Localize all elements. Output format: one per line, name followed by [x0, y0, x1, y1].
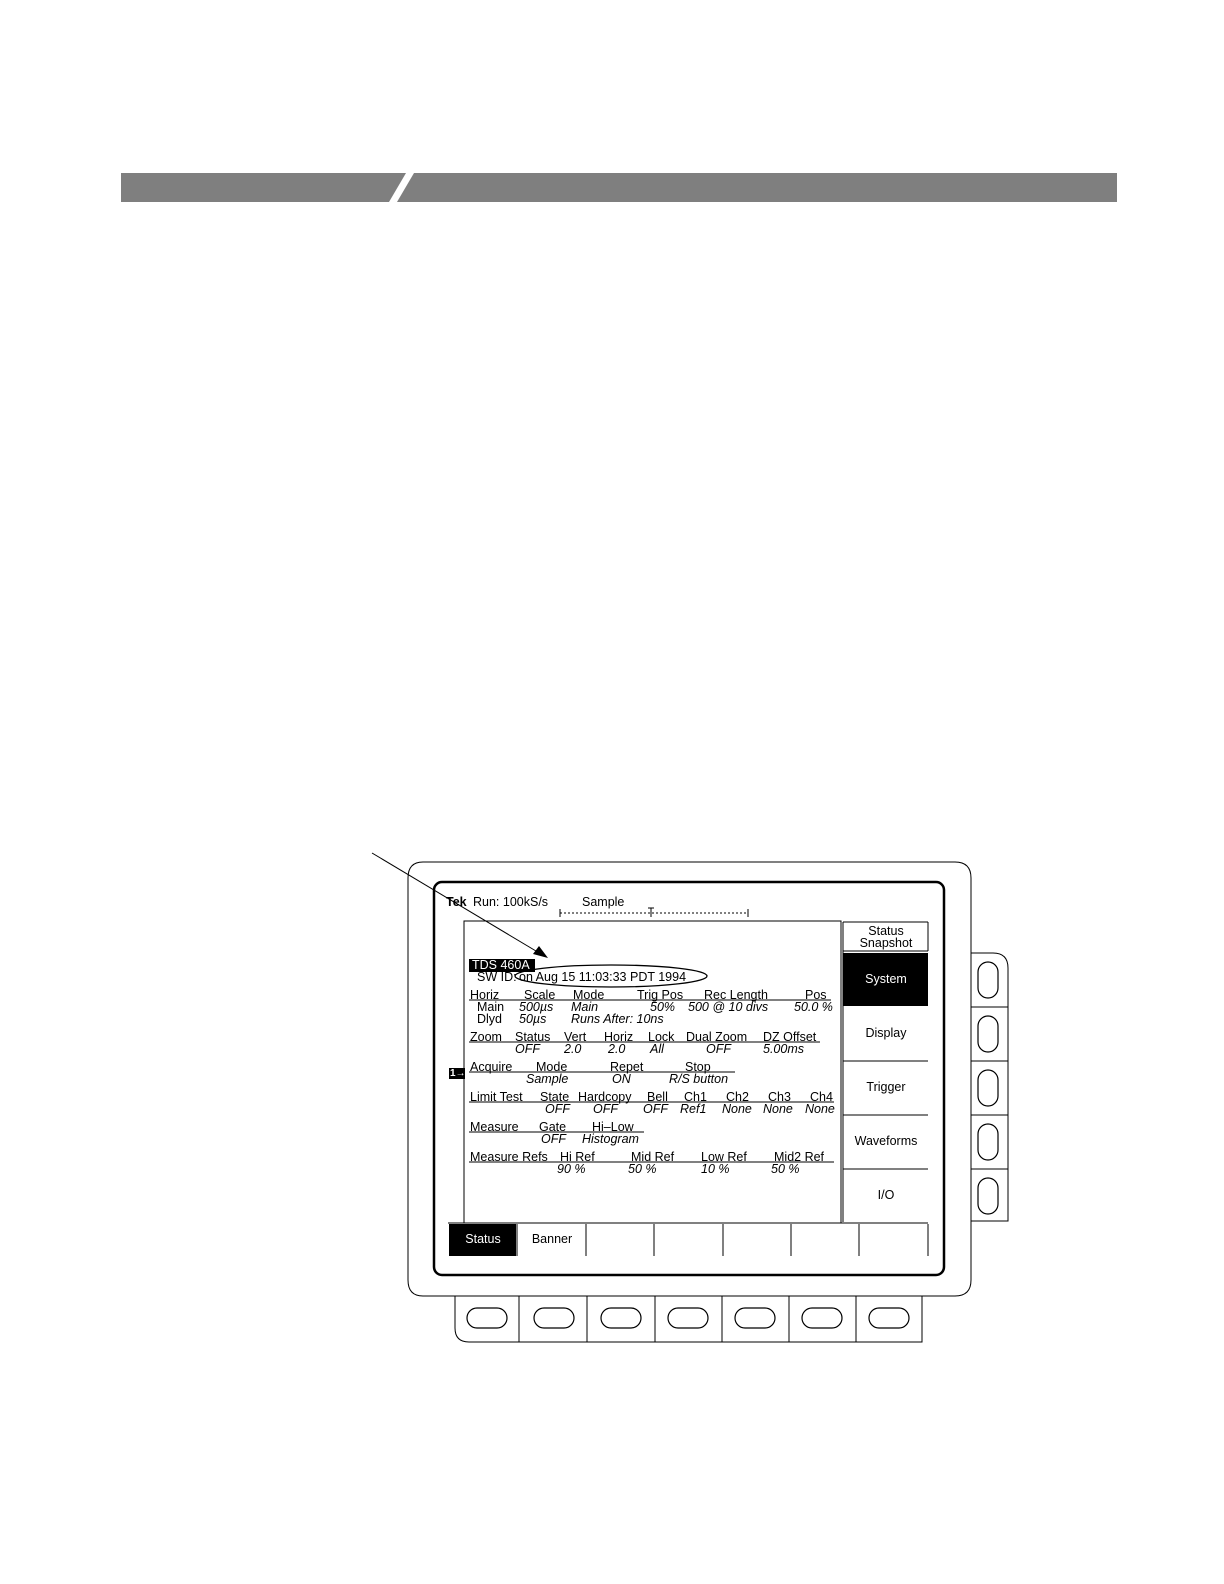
side-bezel-button-3 [977, 1069, 999, 1107]
zoom-dz-offset-value: 5.00ms [763, 1042, 804, 1056]
limit-ch1-value: Ref1 [680, 1102, 707, 1116]
limit-state-value: OFF [545, 1102, 570, 1116]
horiz-main-pos: 50.0 % [794, 1000, 833, 1014]
hi-ref-value: 90 % [557, 1162, 586, 1176]
zoom-horiz-value: 2.0 [608, 1042, 626, 1056]
horiz-dlyd-runs-after: Runs After: 10ns [571, 1012, 664, 1026]
bottom-bezel-button-7 [868, 1307, 910, 1329]
low-ref-value: 10 % [701, 1162, 730, 1176]
channel-marker: 1→ [450, 1068, 466, 1079]
measure-header: Measure [470, 1120, 519, 1134]
bottom-menu-banner[interactable]: Banner [518, 1233, 586, 1246]
acquire-mode-value: Sample [526, 1072, 569, 1086]
zoom-lock-value: All [650, 1042, 664, 1056]
bottom-bezel-button-2 [533, 1307, 575, 1329]
bottom-bezel-button-6 [801, 1307, 843, 1329]
sw-id-value: on Aug 15 11:03:33 PDT 1994 [519, 970, 687, 984]
bottom-bezel-button-4 [667, 1307, 709, 1329]
mid-ref-value: 50 % [628, 1162, 657, 1176]
limit-hardcopy-value: OFF [593, 1102, 618, 1116]
limit-ch2-value: None [722, 1102, 752, 1116]
side-menu-item-system[interactable]: System [843, 973, 929, 986]
zoom-dual-zoom-value: OFF [706, 1042, 731, 1056]
acquire-header: Acquire [470, 1060, 513, 1074]
side-menu-item-io[interactable]: I/O [843, 1189, 929, 1202]
bottom-menu-status[interactable]: Status [449, 1233, 517, 1246]
callout-arrowhead-icon [533, 946, 548, 958]
side-menu-item-display[interactable]: Display [843, 1027, 929, 1040]
bottom-bezel-button-5 [734, 1307, 776, 1329]
bottom-bezel-button-3 [600, 1307, 642, 1329]
mid2-ref-value: 50 % [771, 1162, 800, 1176]
measure-hi-low-value: Histogram [582, 1132, 639, 1146]
limit-bell-value: OFF [643, 1102, 668, 1116]
brand-label: Tek [446, 895, 467, 909]
side-menu-item-trigger[interactable]: Trigger [843, 1081, 929, 1094]
limit-ch3-value: None [763, 1102, 793, 1116]
zoom-header: Zoom [470, 1030, 502, 1044]
limit-test-header: Limit Test [470, 1090, 523, 1104]
horiz-dlyd-label: Dlyd [477, 1012, 503, 1026]
acquire-stop-value: R/S button [669, 1072, 729, 1086]
zoom-status-value: OFF [515, 1042, 540, 1056]
bottom-bezel-button-1 [466, 1307, 508, 1329]
zoom-vert-value: 2.0 [564, 1042, 582, 1056]
limit-ch4-value: None [805, 1102, 835, 1116]
horiz-dlyd-scale: 50µs [519, 1012, 547, 1026]
side-bezel-button-5 [977, 1177, 999, 1215]
side-bezel-button-2 [977, 1015, 999, 1053]
measure-gate-value: OFF [541, 1132, 566, 1146]
side-bezel-button-4 [977, 1123, 999, 1161]
sw-id-label: SW ID: [477, 970, 517, 984]
run-status: Run: 100kS/s [473, 895, 549, 909]
acquisition-mode: Sample [582, 895, 625, 909]
measure-refs-header: Measure Refs [470, 1150, 548, 1164]
side-menu-item-waveforms[interactable]: Waveforms [843, 1135, 929, 1148]
side-menu-title-line2: Snapshot [859, 936, 913, 950]
oscilloscope-figure [371, 852, 1009, 1343]
acquire-repet-value: ON [612, 1072, 631, 1086]
side-bezel-button-1 [977, 961, 999, 999]
horiz-main-rec-length: 500 @ 10 divs [688, 1000, 769, 1014]
